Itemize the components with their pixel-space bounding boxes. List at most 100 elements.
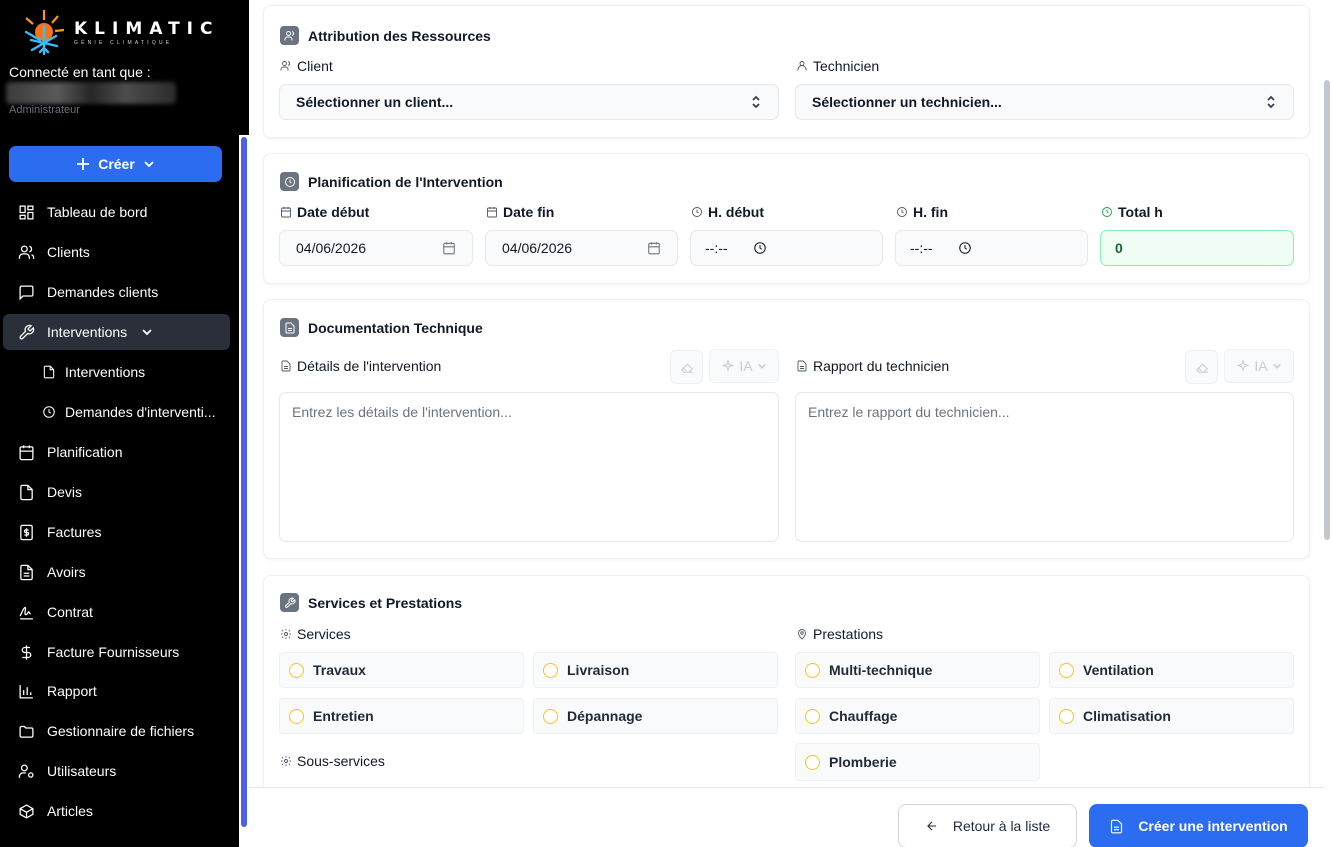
- prestations-label-text: Prestations: [813, 626, 884, 642]
- sidebar-item-label: Rapport: [47, 683, 97, 699]
- create-button[interactable]: Créer: [9, 146, 222, 182]
- technician-select[interactable]: Sélectionner un technicien...: [795, 84, 1294, 120]
- radio-circle[interactable]: [1059, 662, 1074, 678]
- wrench-icon: [18, 324, 35, 341]
- hour-start-input[interactable]: --:--: [690, 230, 883, 266]
- gear-icon: [281, 756, 291, 766]
- radio-circle[interactable]: [805, 708, 820, 724]
- hour-end-label: H. fin: [896, 204, 948, 220]
- prestation-label: Plomberie: [829, 754, 897, 770]
- calendar-icon: [18, 444, 35, 461]
- prestation-checkbox-chauffage[interactable]: Chauffage: [795, 698, 1040, 734]
- hour-end-label-text: H. fin: [913, 204, 948, 220]
- sidebar-scrollbar-thumb[interactable]: [241, 137, 247, 827]
- prestation-checkbox-ventilation[interactable]: Ventilation: [1049, 652, 1294, 688]
- sidebar-item-contrat[interactable]: Contrat: [3, 594, 230, 630]
- service-checkbox-depannage[interactable]: Dépannage: [533, 698, 778, 734]
- radio-circle[interactable]: [289, 662, 304, 678]
- sidebar-item-label: Interventions: [65, 364, 146, 380]
- hour-end-input[interactable]: --:--: [895, 230, 1088, 266]
- services-title: Services et Prestations: [308, 594, 463, 611]
- service-checkbox-travaux[interactable]: Travaux: [279, 652, 524, 688]
- card-title-services: Services et Prestations: [280, 593, 462, 612]
- sidebar-item-avoirs[interactable]: Avoirs: [3, 554, 230, 590]
- sidebar-item-label: Utilisateurs: [47, 763, 117, 779]
- hour-start-value: --:--: [705, 240, 728, 256]
- service-checkbox-livraison[interactable]: Livraison: [533, 652, 778, 688]
- chevron-down-icon: [144, 161, 154, 168]
- report-textarea[interactable]: Entrez le rapport du technicien...: [795, 392, 1294, 542]
- radio-circle[interactable]: [289, 708, 304, 724]
- details-textarea[interactable]: Entrez les détails de l'intervention...: [279, 392, 779, 542]
- calendar-icon[interactable]: [442, 241, 456, 258]
- client-select[interactable]: Sélectionner un client...: [279, 84, 779, 120]
- sidebar-item-label: Tableau de bord: [47, 204, 148, 220]
- sidebar-item-interventions[interactable]: Interventions: [3, 314, 230, 350]
- main-scrollbar-thumb[interactable]: [1324, 80, 1330, 540]
- technician-select-value: Sélectionner un technicien...: [812, 94, 1002, 110]
- date-end-input[interactable]: 04/06/2026: [485, 230, 678, 266]
- sidebar-subitem-demandes-interventions[interactable]: Demandes d'interventi...: [3, 394, 230, 430]
- sidebar-item-dashboard[interactable]: Tableau de bord: [3, 194, 230, 230]
- file-text-icon: [18, 564, 35, 581]
- dashboard-icon: [18, 204, 35, 221]
- prestation-label: Ventilation: [1083, 662, 1154, 678]
- prestation-checkbox-plomberie[interactable]: Plomberie: [795, 743, 1040, 781]
- eraser-button[interactable]: [670, 350, 703, 384]
- create-intervention-button[interactable]: Créer une intervention: [1089, 804, 1308, 847]
- radio-circle[interactable]: [543, 708, 558, 724]
- prestation-checkbox-climatisation[interactable]: Climatisation: [1049, 698, 1294, 734]
- sidebar-item-articles[interactable]: Articles: [3, 793, 230, 829]
- planning-title: Planification de l'Intervention: [308, 173, 503, 190]
- sidebar-item-clients[interactable]: Clients: [3, 234, 230, 270]
- user-name-redacted: [6, 82, 176, 104]
- sparkles-icon: [722, 359, 735, 372]
- calendar-icon[interactable]: [647, 241, 661, 258]
- sidebar-item-devis[interactable]: Devis: [3, 474, 230, 510]
- eraser-button[interactable]: [1185, 350, 1218, 384]
- sidebar-item-label: Facture Fournisseurs: [47, 644, 180, 660]
- total-hours-field: 0: [1100, 230, 1294, 266]
- clock-icon[interactable]: [958, 241, 972, 258]
- sidebar-item-planification[interactable]: Planification: [3, 434, 230, 470]
- sidebar-item-demandes-clients[interactable]: Demandes clients: [3, 274, 230, 310]
- sidebar-item-label: Contrat: [47, 604, 93, 620]
- hour-start-label: H. début: [691, 204, 764, 220]
- radio-circle[interactable]: [805, 754, 820, 770]
- gear-icon: [281, 629, 291, 639]
- date-start-input[interactable]: 04/06/2026: [279, 230, 473, 266]
- sidebar-item-rapport[interactable]: Rapport: [3, 673, 230, 709]
- clock-icon: [40, 404, 57, 421]
- sidebar-item-utilisateurs[interactable]: Utilisateurs: [3, 753, 230, 789]
- radio-circle[interactable]: [1059, 708, 1074, 724]
- date-start-label-text: Date début: [297, 204, 370, 220]
- radio-circle[interactable]: [543, 662, 558, 678]
- date-end-label: Date fin: [486, 204, 554, 220]
- prestation-checkbox-multi-technique[interactable]: Multi-technique: [795, 652, 1040, 688]
- clock-icon: [1102, 207, 1112, 217]
- sidebar-item-factures[interactable]: Factures: [3, 514, 230, 550]
- chevron-down-icon: [757, 363, 766, 369]
- service-checkbox-entretien[interactable]: Entretien: [279, 698, 524, 734]
- sidebar-item-label: Devis: [47, 484, 83, 500]
- sidebar-item-gestionnaire-fichiers[interactable]: Gestionnaire de fichiers: [3, 713, 230, 749]
- calendar-icon: [487, 207, 497, 218]
- sidebar-item-label: Clients: [47, 244, 90, 260]
- subservices-label-text: Sous-services: [297, 753, 385, 769]
- clock-icon[interactable]: [753, 241, 767, 258]
- brand-logo[interactable]: KLIMATIC GÉNIE CLIMATIQUE: [18, 6, 219, 58]
- radio-circle[interactable]: [805, 662, 820, 678]
- sidebar-item-facture-fournisseurs[interactable]: Facture Fournisseurs: [3, 634, 230, 670]
- back-to-list-button[interactable]: Retour à la liste: [898, 804, 1077, 847]
- sidebar-subitem-interventions[interactable]: Interventions: [3, 354, 230, 390]
- users-icon: [280, 61, 290, 71]
- ai-assist-button[interactable]: IA: [1224, 349, 1294, 383]
- date-start-value: 04/06/2026: [296, 240, 367, 256]
- report-label-text: Rapport du technicien: [813, 358, 950, 374]
- ai-assist-button[interactable]: IA: [709, 349, 779, 383]
- connected-as-label: Connecté en tant que :: [9, 64, 151, 80]
- chevrons-up-down-icon: [750, 95, 762, 109]
- report-label: Rapport du technicien: [796, 358, 949, 374]
- prestations-label: Prestations: [796, 626, 883, 642]
- card-title-planning: Planification de l'Intervention: [280, 172, 503, 191]
